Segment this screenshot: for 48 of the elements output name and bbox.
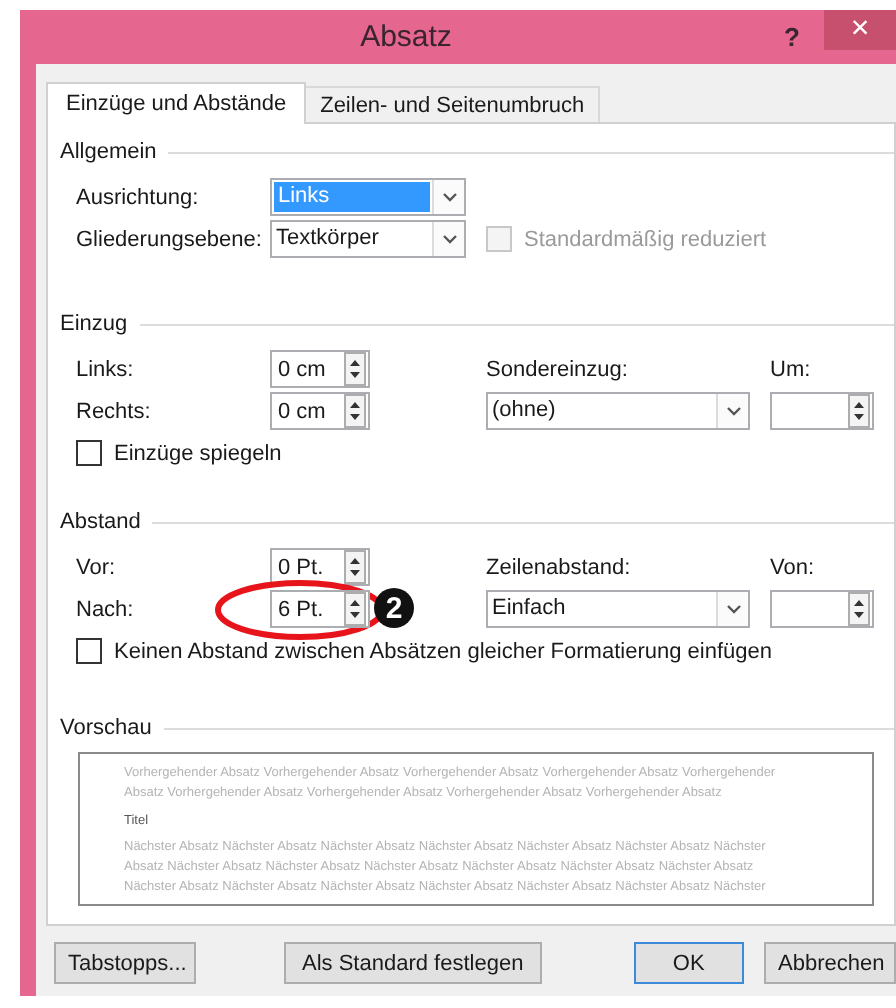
checkbox[interactable]	[76, 440, 102, 466]
dialog-button[interactable]: Tabstopps...	[54, 942, 196, 984]
spinner-arrows-icon	[344, 352, 366, 386]
field-label: Ausrichtung:	[76, 185, 201, 209]
spin-field[interactable]: 0 cm	[270, 350, 370, 388]
group-heading: Allgemein	[60, 140, 157, 164]
dropdown[interactable]: Textkörper	[270, 220, 466, 258]
checkbox[interactable]	[76, 638, 102, 664]
group-heading: Einzug	[60, 312, 128, 336]
field-label: Zeilenabstand:	[486, 555, 633, 579]
chevron-down-icon	[439, 188, 459, 206]
field-label: Um:	[770, 357, 813, 381]
field-label: Vor:	[76, 555, 118, 579]
dialog-button[interactable]: OK	[633, 942, 744, 984]
chevron-down-icon	[723, 402, 743, 420]
spinner-arrows-icon	[344, 550, 366, 584]
spin-field[interactable]	[770, 392, 874, 430]
field-label: Gliederungsebene:	[76, 227, 264, 251]
tab[interactable]: Zeilen- und Seitenumbruch	[304, 86, 601, 122]
field-label: Nach:	[76, 597, 136, 621]
chevron-down-icon	[723, 600, 743, 618]
dropdown[interactable]: Einfach	[486, 590, 750, 628]
checkbox-label: Standardmäßig reduziert	[524, 227, 767, 251]
annotation-badge: 2	[374, 588, 414, 628]
spinner-arrows-icon	[344, 592, 366, 626]
spin-field[interactable]: 0 cm	[270, 392, 370, 430]
chevron-down-icon	[439, 230, 459, 248]
spin-field[interactable]: 6 Pt.	[270, 590, 370, 628]
dropdown[interactable]: (ohne)	[486, 392, 750, 430]
group-heading: Abstand	[60, 510, 141, 534]
spinner-arrows-icon	[848, 394, 870, 428]
spin-field[interactable]	[770, 590, 874, 628]
field-label: Von:	[770, 555, 817, 579]
help-button[interactable]: ?	[764, 14, 820, 58]
spinner-arrows-icon	[848, 592, 870, 626]
field-label: Sondereinzug:	[486, 357, 630, 381]
window-title: Absatz	[358, 20, 454, 54]
spin-field[interactable]: 0 Pt.	[270, 548, 370, 586]
group-heading: Vorschau	[60, 716, 152, 740]
spinner-arrows-icon	[344, 394, 366, 428]
checkbox-label: Keinen Abstand zwischen Absätzen gleicher Formatierung einfügen	[114, 639, 772, 663]
close-button[interactable]: ×	[824, 10, 896, 50]
dialog-button[interactable]: Als Standard festlegen	[284, 942, 542, 984]
field-label: Rechts:	[76, 399, 153, 423]
tab[interactable]: Einzüge und Abstände	[46, 82, 307, 124]
dialog-button[interactable]: Abbrechen	[764, 942, 896, 984]
checkbox-label: Einzüge spiegeln	[114, 441, 282, 465]
field-label: Links:	[76, 357, 136, 381]
